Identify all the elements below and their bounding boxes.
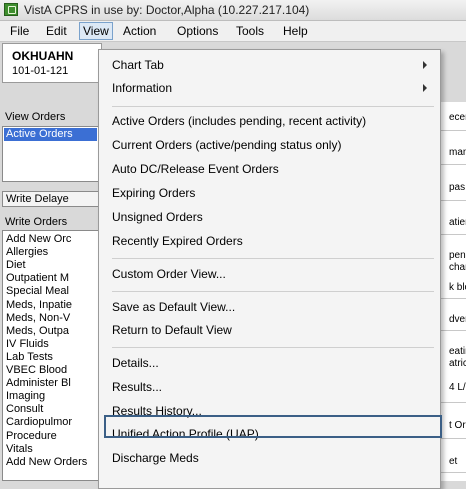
detail-text-fragment: mane [449,147,466,158]
write-order-item[interactable]: Imaging [6,390,45,402]
detail-text-fragment: et [449,456,458,467]
write-order-item[interactable]: IV Fluids [6,338,49,350]
view-menu-item[interactable]: Details... [112,354,159,372]
view-menu-item[interactable]: Active Orders (includes pending, recent … [112,112,366,130]
view-menu-item[interactable]: Expiring Orders [112,184,195,202]
write-order-item[interactable]: VBEC Blood [6,364,67,376]
write-order-item[interactable]: Administer Bl [6,377,71,389]
view-menu-item[interactable]: Auto DC/Release Event Orders [112,160,279,178]
write-order-item[interactable]: Vitals [6,443,33,455]
submenu-arrow-icon [423,84,427,92]
menu-tools[interactable]: Tools [233,23,267,39]
write-order-item[interactable]: Allergies [6,246,48,258]
write-orders-list[interactable]: Add New Orc Allergies Diet Outpatient M Spec… [2,230,99,481]
write-order-item[interactable]: Add New Orders [6,456,87,468]
view-menu-item[interactable]: Save as Default View... [112,298,235,316]
menu-separator [112,291,434,292]
menu-help[interactable]: Help [280,23,311,39]
detail-text-fragment: atient [449,217,466,228]
write-delayed-button[interactable]: Write Delaye [2,191,99,207]
active-orders-item[interactable]: Active Orders [4,128,97,141]
menu-separator [112,347,434,348]
write-order-item[interactable]: Meds, Non-V [6,312,70,324]
detail-text-fragment: 4 L/ [449,382,466,393]
patient-name: OKHUAHN [12,49,74,63]
cprs-app-icon [4,3,18,16]
write-order-item[interactable]: Meds, Outpa [6,325,69,337]
menu-separator [112,258,434,259]
write-order-item[interactable]: Add New Orc [6,233,71,245]
detail-text-fragment: chang [449,262,466,273]
view-menu-item[interactable]: Information [112,79,172,97]
write-order-item[interactable]: Procedure [6,430,57,442]
view-menu-item[interactable]: Custom Order View... [112,265,226,283]
menu-action[interactable]: Action [120,23,159,39]
write-order-item[interactable]: Special Meal [6,285,69,297]
window-title: VistA CPRS in use by: Doctor,Alpha (10.2… [24,3,310,17]
view-orders-list[interactable]: Active Orders [2,126,99,182]
view-menu-item[interactable]: Return to Default View [112,321,232,339]
detail-text-fragment: dver [449,314,466,325]
detail-text-fragment: k blo [449,282,466,293]
menu-edit[interactable]: Edit [43,23,70,39]
patient-id: 101-01-121 [12,65,69,77]
view-menu-item[interactable]: Recently Expired Orders [112,232,243,250]
menu-separator [112,106,434,107]
detail-text-fragment: ecen [449,112,466,123]
view-menu-item[interactable]: Unsigned Orders [112,208,203,226]
patient-header[interactable]: OKHUAHN 101-01-121 [2,43,102,83]
view-menu-item[interactable]: Results... [112,378,162,396]
uap-highlight-box [104,415,442,438]
detail-text-fragment: atrick [449,358,466,369]
write-order-item[interactable]: Outpatient M [6,272,69,284]
menu-options[interactable]: Options [174,23,221,39]
write-order-item[interactable]: Consult [6,403,43,415]
write-order-item[interactable]: Diet [6,259,26,271]
detail-text-fragment: eating [449,346,466,357]
view-menu-item[interactable]: Discharge Meds [112,449,199,467]
view-menu-item[interactable]: Current Orders (active/pending status on… [112,136,341,154]
detail-text-fragment: pen a [449,250,466,261]
menu-file[interactable]: File [7,23,32,39]
detail-text-fragment: t Orc [449,420,466,431]
title-bar: VistA CPRS in use by: Doctor,Alpha (10.2… [0,0,466,21]
write-order-item[interactable]: Lab Tests [6,351,53,363]
menu-view[interactable]: View [79,22,113,40]
detail-text-fragment: pas: [449,182,466,193]
menu-bar: File Edit View Action Options Tools Help [0,21,466,42]
view-orders-label: View Orders [5,111,66,123]
write-order-item[interactable]: Cardiopulmor [6,416,72,428]
submenu-arrow-icon [423,61,427,69]
write-order-item[interactable]: Meds, Inpatie [6,299,72,311]
write-orders-label: Write Orders [5,216,68,228]
view-menu-item[interactable]: Chart Tab [112,56,164,74]
